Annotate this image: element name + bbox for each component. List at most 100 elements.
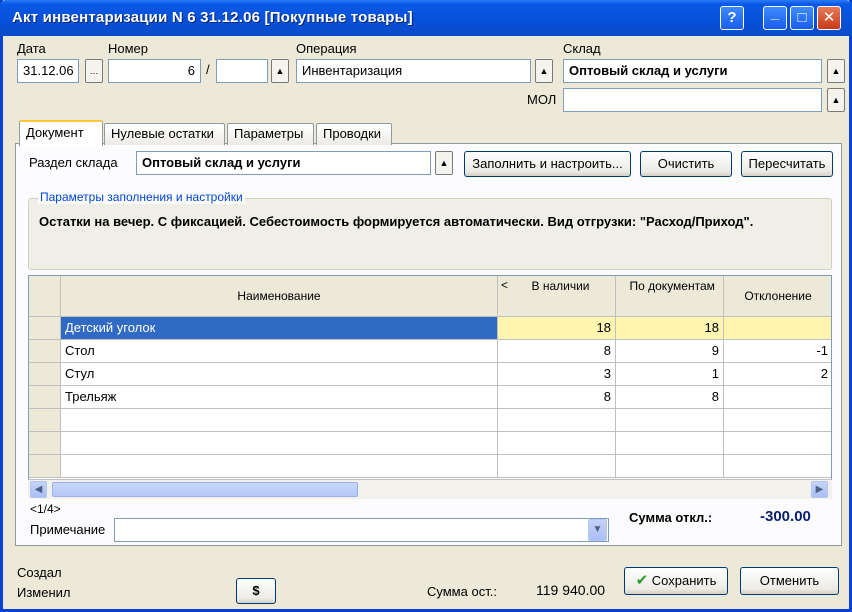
column-header-documents[interactable]: По документам (616, 276, 724, 317)
documents-cell[interactable] (616, 432, 724, 455)
column-header-actual-label: В наличии (531, 279, 590, 293)
actual-cell[interactable] (498, 432, 616, 455)
row-header (29, 432, 61, 455)
actual-cell[interactable]: 8 (498, 340, 616, 363)
documents-cell[interactable] (616, 455, 724, 478)
help-button[interactable]: ? (720, 6, 744, 30)
tab-zero-balances[interactable]: Нулевые остатки (104, 123, 225, 145)
date-label: Дата (17, 41, 46, 56)
documents-cell[interactable]: 18 (616, 317, 724, 340)
name-cell[interactable]: Стул (61, 363, 498, 386)
section-field[interactable]: Оптовый склад и услуги (136, 151, 431, 175)
scroll-right-arrow-icon[interactable]: ▶ (811, 481, 828, 498)
actual-cell[interactable]: 18 (498, 317, 616, 340)
warehouse-field[interactable]: Оптовый склад и услуги (563, 59, 822, 83)
column-header-documents-label: По документам (629, 279, 715, 293)
tab-parameters[interactable]: Параметры (227, 123, 314, 145)
documents-cell[interactable] (616, 409, 724, 432)
currency-button[interactable]: $ (236, 578, 276, 604)
operation-field[interactable]: Инвентаризация (296, 59, 531, 83)
sum-rest-label: Сумма ост.: (427, 584, 497, 599)
fill-and-configure-button[interactable]: Заполнить и настроить... (464, 151, 631, 177)
clear-button[interactable]: Очистить (640, 151, 732, 177)
triangle-up-icon: ▲ (275, 66, 285, 76)
actual-cell[interactable] (498, 455, 616, 478)
title-bar[interactable]: Акт инвентаризации N 6 31.12.06 [Покупны… (0, 0, 852, 36)
name-cell[interactable]: Стол (61, 340, 498, 363)
actual-cell[interactable] (498, 409, 616, 432)
cancel-button[interactable]: Отменить (740, 567, 839, 595)
created-label: Создал (17, 565, 62, 580)
main-window: Акт инвентаризации N 6 31.12.06 [Покупны… (0, 0, 852, 612)
operation-select-button[interactable]: ▲ (535, 59, 553, 83)
actual-cell[interactable]: 8 (498, 386, 616, 409)
note-combobox[interactable] (114, 518, 609, 542)
triangle-up-icon: ▲ (831, 66, 841, 76)
column-header-name[interactable]: Наименование (61, 276, 498, 317)
name-cell[interactable] (61, 409, 498, 432)
row-header (29, 386, 61, 409)
deviation-cell[interactable] (724, 317, 831, 340)
documents-cell[interactable]: 1 (616, 363, 724, 386)
params-group-title: Параметры заполнения и настройки (38, 190, 245, 204)
date-picker-button[interactable]: … (85, 59, 103, 83)
minimize-button[interactable]: _ (763, 5, 787, 30)
triangle-up-icon: ▲ (439, 158, 449, 168)
name-cell[interactable] (61, 432, 498, 455)
deviation-cell[interactable]: 2 (724, 363, 831, 386)
name-cell[interactable]: Трельяж (61, 386, 498, 409)
actual-cell[interactable]: 3 (498, 363, 616, 386)
column-header-actual[interactable]: < В наличии (498, 276, 616, 317)
deviation-cell[interactable] (724, 455, 831, 478)
name-cell[interactable]: Детский уголок (61, 317, 498, 340)
close-button[interactable]: ✕ (817, 6, 841, 30)
scroll-left-arrow-icon[interactable]: ◀ (30, 481, 47, 498)
operation-label: Операция (296, 41, 357, 56)
triangle-up-icon: ▲ (831, 95, 841, 105)
scroll-thumb[interactable] (52, 482, 358, 497)
window-title: Акт инвентаризации N 6 31.12.06 [Покупны… (12, 9, 413, 26)
deviation-cell[interactable]: -1 (724, 340, 831, 363)
mol-select-button[interactable]: ▲ (827, 88, 845, 112)
save-button[interactable]: ✔ Сохранить (624, 567, 728, 595)
row-header (29, 317, 61, 340)
triangle-up-icon: ▲ (539, 66, 549, 76)
row-header (29, 455, 61, 478)
mol-label: МОЛ (527, 92, 557, 107)
number-suffix-field[interactable] (216, 59, 268, 83)
column-header-deviation[interactable]: Отклонение (724, 276, 831, 317)
recalculate-button[interactable]: Пересчитать (741, 151, 833, 177)
date-field[interactable]: 31.12.06 (17, 59, 79, 83)
number-label: Номер (108, 41, 149, 56)
deviation-cell[interactable] (724, 409, 831, 432)
changed-label: Изменил (17, 585, 71, 600)
deviation-cell[interactable] (724, 432, 831, 455)
scroll-left-icon[interactable]: < (501, 278, 508, 293)
name-cell[interactable] (61, 455, 498, 478)
deviation-cell[interactable] (724, 386, 831, 409)
section-select-button[interactable]: ▲ (435, 151, 453, 175)
table-horizontal-scrollbar[interactable]: ◀ ▶ (28, 479, 832, 499)
items-table[interactable]: Наименование < В наличии По документам О… (28, 275, 832, 499)
ellipsis-icon: … (89, 66, 99, 76)
documents-cell[interactable]: 9 (616, 340, 724, 363)
tab-postings[interactable]: Проводки (316, 123, 392, 145)
sum-deviation-value: -300.00 (760, 508, 811, 525)
params-text: Остатки на вечер. С фиксацией. Себестоим… (39, 214, 754, 229)
number-field[interactable]: 6 (108, 59, 201, 83)
warehouse-label: Склад (563, 41, 601, 56)
sum-rest-value: 119 940.00 (536, 582, 606, 598)
params-group (28, 198, 832, 270)
chevron-down-icon[interactable]: ▼ (588, 519, 607, 541)
number-select-button[interactable]: ▲ (271, 59, 289, 83)
close-icon: ✕ (822, 9, 836, 26)
save-button-label: Сохранить (651, 573, 717, 588)
warehouse-select-button[interactable]: ▲ (827, 59, 845, 83)
tab-document[interactable]: Документ (19, 120, 103, 146)
documents-cell[interactable]: 8 (616, 386, 724, 409)
row-header (29, 363, 61, 386)
number-separator: / (206, 62, 210, 77)
maximize-button[interactable]: □ (790, 6, 814, 30)
mol-field[interactable] (563, 88, 822, 112)
row-header-corner (29, 276, 61, 317)
